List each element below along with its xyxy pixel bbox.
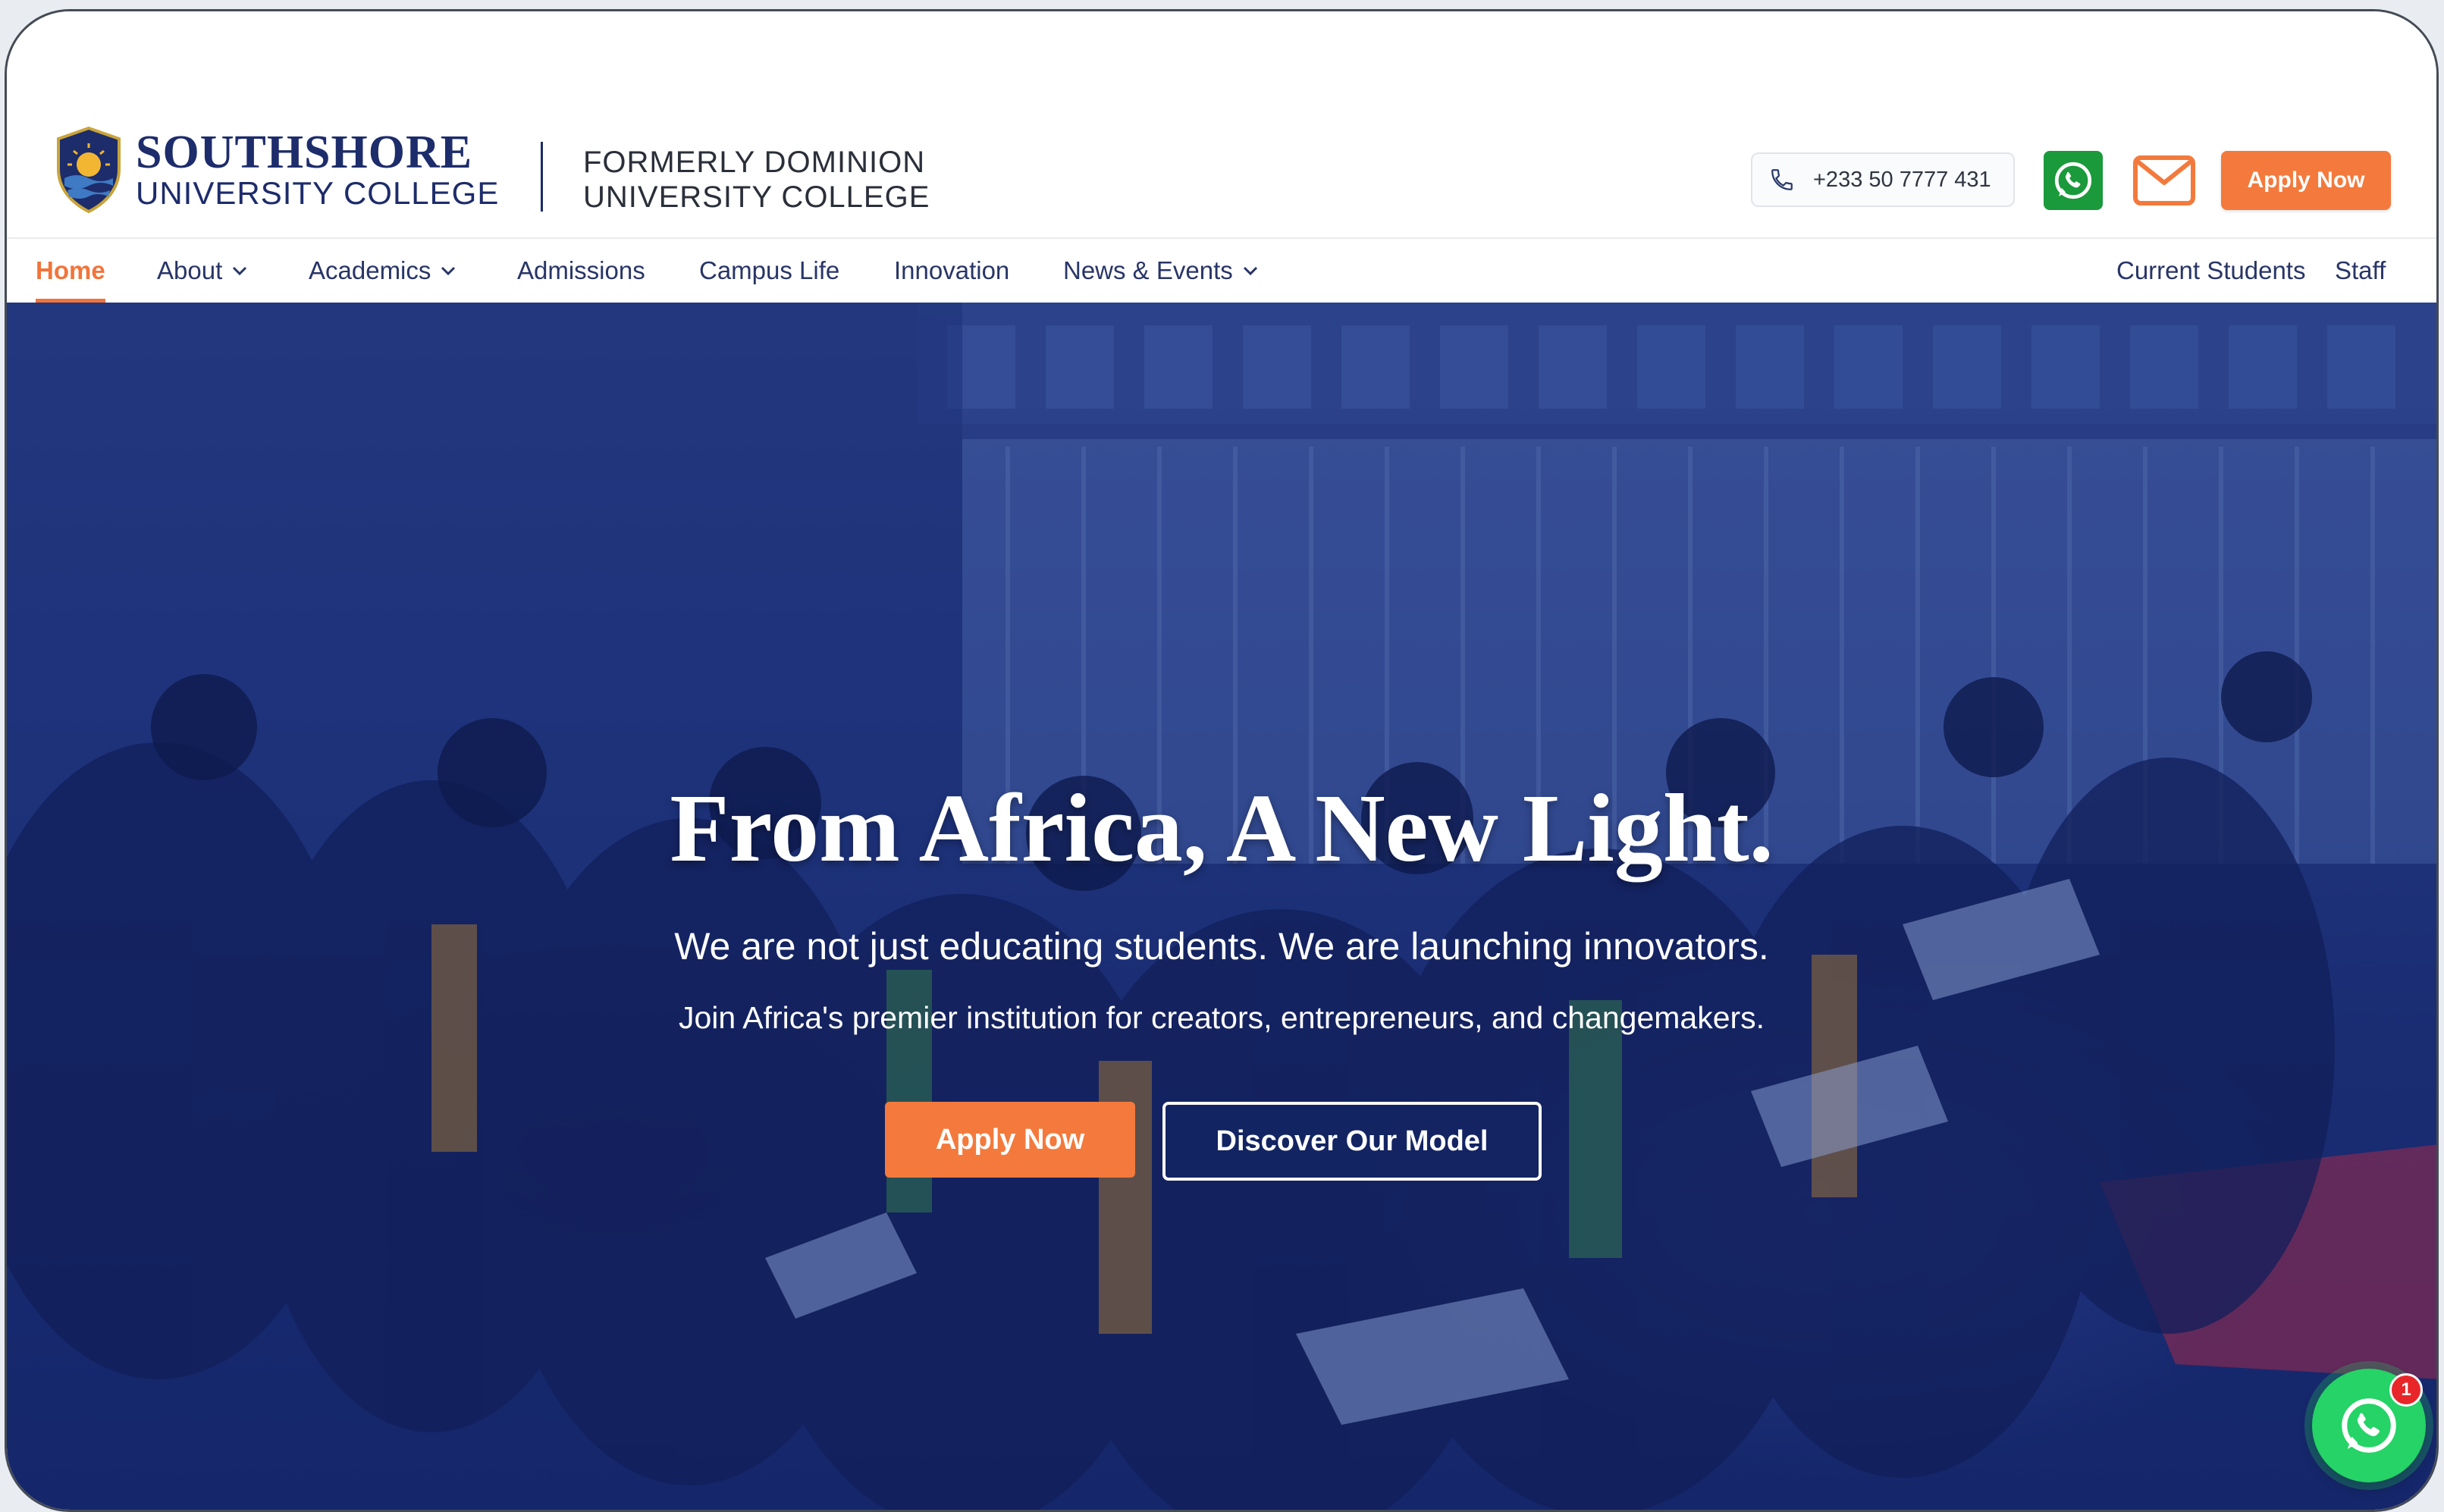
nav-item-label: About	[157, 256, 223, 284]
nav-item-campus-life[interactable]: Campus Life	[699, 239, 839, 303]
phone-number: +233 50 7777 431	[1813, 167, 1991, 192]
email-button[interactable]	[2133, 155, 2195, 205]
nav-item-news-events[interactable]: News & Events	[1063, 239, 1259, 303]
nav-item-label: Home	[36, 256, 105, 284]
nav-item-innovation[interactable]: Innovation	[894, 239, 1009, 303]
whatsapp-icon	[2342, 1398, 2396, 1453]
logo-title: SOUTHSHORE	[136, 127, 473, 178]
browser-frame: SOUTHSHORE UNIVERSITY COLLEGE FORMERLY D…	[5, 9, 2439, 1512]
nav-item-label: Innovation	[894, 256, 1010, 284]
chevron-down-icon	[233, 266, 247, 276]
nav-item-label: Academics	[309, 256, 431, 284]
nav-item-current-students[interactable]: Current Students	[2116, 239, 2305, 303]
nav-item-label: Admissions	[517, 256, 645, 284]
crest-icon	[57, 126, 121, 214]
mail-icon	[2133, 155, 2195, 205]
phone-contact[interactable]: +233 50 7777 431	[1751, 152, 2015, 207]
graduation-crowd-image	[7, 303, 2436, 1510]
apply-now-hero-button[interactable]: Apply Now	[885, 1102, 1135, 1178]
nav-item-about[interactable]: About	[157, 239, 248, 303]
nav-item-label: Campus Life	[699, 256, 840, 284]
nav-item-staff[interactable]: Staff	[2335, 239, 2386, 303]
formerly-name: FORMERLY DOMINION UNIVERSITY COLLEGE	[583, 145, 977, 215]
whatsapp-icon	[2054, 162, 2092, 199]
logo-divider	[541, 142, 543, 212]
site-header: SOUTHSHORE UNIVERSITY COLLEGE FORMERLY D…	[7, 11, 2436, 237]
nav-item-label: Staff	[2335, 256, 2386, 284]
site-logo[interactable]: SOUTHSHORE UNIVERSITY COLLEGE	[54, 125, 499, 215]
nav-item-label: Current Students	[2116, 256, 2306, 284]
nav-item-home[interactable]: Home	[36, 239, 105, 303]
whatsapp-button[interactable]	[2044, 151, 2103, 210]
logo-subtitle: UNIVERSITY COLLEGE	[136, 175, 500, 211]
apply-now-header-button[interactable]: Apply Now	[2221, 151, 2391, 210]
nav-item-admissions[interactable]: Admissions	[517, 239, 645, 303]
discover-model-button[interactable]: Discover Our Model	[1162, 1102, 1542, 1181]
nav-item-academics[interactable]: Academics	[309, 239, 456, 303]
chevron-down-icon	[1243, 266, 1257, 276]
formerly-line-1: FORMERLY DOMINION	[583, 146, 926, 179]
hero-section: From Africa, A New Light. We are not jus…	[7, 303, 2436, 1510]
hero-subtitle: We are not just educating students. We a…	[674, 925, 1769, 968]
hero-title: From Africa, A New Light.	[670, 774, 1774, 882]
hero-tagline: Join Africa's premier institution for cr…	[678, 1000, 1765, 1035]
phone-icon	[1771, 169, 1793, 190]
formerly-line-2: UNIVERSITY COLLEGE	[583, 180, 930, 214]
chevron-down-icon	[441, 266, 456, 276]
nav-item-label: News & Events	[1063, 256, 1233, 284]
main-nav: Home About Academics Admissions Campus L…	[7, 237, 2436, 303]
notification-badge: 1	[2389, 1373, 2423, 1407]
